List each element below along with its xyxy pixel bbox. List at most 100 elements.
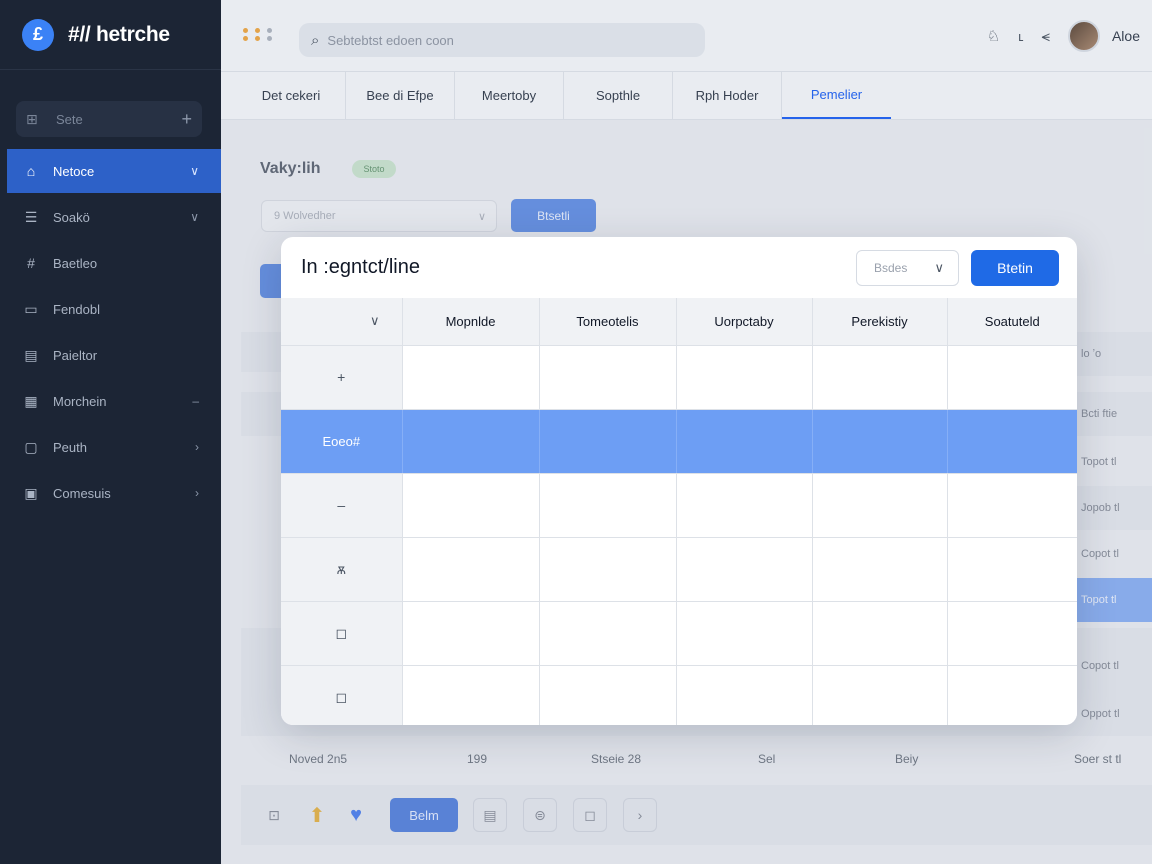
- table-cell[interactable]: [947, 345, 1077, 410]
- sidebar-item-label: Baetleo: [53, 255, 98, 271]
- share-icon[interactable]: ⪪: [1042, 28, 1050, 45]
- folder-icon: ▢: [24, 438, 38, 455]
- row-header[interactable]: ◻: [281, 601, 403, 666]
- user-icon[interactable]: ♘: [987, 27, 1000, 45]
- table-cell[interactable]: [402, 537, 540, 602]
- table-cell[interactable]: [812, 345, 948, 410]
- modal-select-value: Bsdes: [874, 261, 908, 275]
- column-header[interactable]: Soatuteld: [947, 298, 1077, 346]
- sidebar-item-0[interactable]: ⌂ Netoce ∨: [7, 149, 221, 193]
- table-cell[interactable]: [676, 537, 813, 602]
- table-row[interactable]: –: [281, 473, 1077, 538]
- sidebar-item-label: Netoce: [53, 163, 95, 179]
- table-cell[interactable]: [947, 665, 1077, 725]
- tab-5[interactable]: Pemelier: [782, 72, 891, 119]
- table-row[interactable]: +: [281, 345, 1077, 410]
- sidebar-search-label: Sete: [56, 111, 83, 127]
- table-row[interactable]: ◻: [281, 601, 1077, 666]
- modal-dialog: In :egntct/line Bsdes ∨ Btetin ∨ Mopnlde T…: [281, 237, 1077, 725]
- table-cell[interactable]: [539, 601, 677, 666]
- row-header[interactable]: Eoeo#: [281, 409, 403, 474]
- search-icon: ⌕: [311, 31, 320, 49]
- row-header[interactable]: +: [281, 345, 403, 410]
- modal-select[interactable]: Bsdes ∨: [856, 250, 959, 286]
- table-cell[interactable]: [676, 473, 813, 538]
- row-header[interactable]: ◻: [281, 665, 403, 725]
- search-input[interactable]: ⌕ Sebtebtst edoen coon: [299, 23, 705, 57]
- column-header[interactable]: Tomeotelis: [539, 298, 677, 346]
- table-cell[interactable]: [402, 473, 540, 538]
- table-cell[interactable]: [676, 409, 813, 474]
- chevron-icon: –: [192, 394, 199, 408]
- table-cell[interactable]: [947, 537, 1077, 602]
- table-cell[interactable]: [402, 345, 540, 410]
- brand-name: #// hetrche: [68, 22, 170, 46]
- sidebar-item-6[interactable]: ▢ Peuth ›: [0, 425, 221, 469]
- table-cell[interactable]: [812, 473, 948, 538]
- avatar[interactable]: [1067, 20, 1100, 52]
- sidebar-nav: ⌂ Netoce ∨ ☰ Soakö ∨ # Baetleo ▭ Fendobl ▤ Paieltor…: [0, 149, 221, 517]
- sidebar-item-7[interactable]: ▣ Comesuis ›: [0, 471, 221, 515]
- add-icon[interactable]: +: [181, 109, 192, 130]
- chevron-icon: ∨: [190, 210, 199, 224]
- table-cell[interactable]: [812, 601, 948, 666]
- table-cell[interactable]: [947, 409, 1077, 474]
- topbar: ⌕ Sebtebtst edoen coon ♘ ʟ ⪪ Aloe: [221, 0, 1152, 72]
- brand[interactable]: £ #// hetrche: [0, 0, 221, 70]
- modal-primary-button[interactable]: Btetin: [971, 250, 1059, 286]
- grid-icon: ▦: [24, 392, 38, 409]
- table-row[interactable]: ◻: [281, 665, 1077, 725]
- table-cell[interactable]: [812, 537, 948, 602]
- sidebar-item-4[interactable]: ▤ Paieltor: [0, 333, 221, 377]
- table-cell[interactable]: [812, 665, 948, 725]
- row-header[interactable]: ѫ: [281, 537, 403, 602]
- table-cell[interactable]: [676, 665, 813, 725]
- table-cell[interactable]: [402, 601, 540, 666]
- apps-grid-icon[interactable]: [243, 28, 276, 41]
- column-menu-chevron-icon[interactable]: ∨: [281, 298, 403, 346]
- tab-3[interactable]: Sopthle: [564, 72, 673, 119]
- table-cell[interactable]: [539, 345, 677, 410]
- edit-icon: ⊞: [26, 110, 38, 127]
- sidebar-search[interactable]: ⊞ Sete +: [16, 101, 202, 137]
- sidebar-item-label: Morchein: [53, 393, 107, 409]
- phone-icon[interactable]: ʟ: [1018, 29, 1023, 44]
- sidebar-item-2[interactable]: # Baetleo: [0, 241, 221, 285]
- table-row[interactable]: ѫ: [281, 537, 1077, 602]
- column-header[interactable]: Uorpctaby: [676, 298, 813, 346]
- chevron-icon: ›: [195, 440, 199, 454]
- user-name[interactable]: Aloe: [1112, 28, 1140, 44]
- topbar-actions: ♘ ʟ ⪪ Aloe: [987, 20, 1140, 52]
- sidebar-item-3[interactable]: ▭ Fendobl: [0, 287, 221, 331]
- table-row[interactable]: Eoeo#: [281, 409, 1077, 474]
- table-cell[interactable]: [539, 665, 677, 725]
- table-cell[interactable]: [402, 665, 540, 725]
- sidebar-item-5[interactable]: ▦ Morchein –: [0, 379, 221, 423]
- tab-0[interactable]: Det cekeri: [237, 72, 346, 119]
- store-icon: ⌂: [26, 163, 36, 179]
- table-cell[interactable]: [812, 409, 948, 474]
- calendar-icon: ▤: [24, 346, 38, 363]
- tablet-icon: ▭: [24, 300, 38, 317]
- sidebar-item-1[interactable]: ☰ Soakö ∨: [0, 195, 221, 239]
- table-cell[interactable]: [402, 409, 540, 474]
- list-icon: ☰: [24, 208, 38, 225]
- row-header[interactable]: –: [281, 473, 403, 538]
- tab-2[interactable]: Meertoby: [455, 72, 564, 119]
- image-icon: ▣: [24, 484, 38, 501]
- column-header[interactable]: Perekistiy: [812, 298, 948, 346]
- table-cell[interactable]: [676, 601, 813, 666]
- table-cell[interactable]: [676, 345, 813, 410]
- column-header[interactable]: Mopnlde: [402, 298, 540, 346]
- table-cell[interactable]: [539, 473, 677, 538]
- chevron-icon: ∨: [190, 164, 199, 178]
- table-cell[interactable]: [539, 537, 677, 602]
- data-grid: ∨ Mopnlde Tomeotelis Uorpctaby Perekistiy Soa…: [281, 298, 1077, 725]
- brand-logo-icon: £: [22, 18, 54, 51]
- table-cell[interactable]: [947, 473, 1077, 538]
- tab-1[interactable]: Bee di Efpe: [346, 72, 455, 119]
- table-cell[interactable]: [539, 409, 677, 474]
- chevron-icon: ›: [195, 486, 199, 500]
- table-cell[interactable]: [947, 601, 1077, 666]
- tab-4[interactable]: Rph Hoder: [673, 72, 782, 119]
